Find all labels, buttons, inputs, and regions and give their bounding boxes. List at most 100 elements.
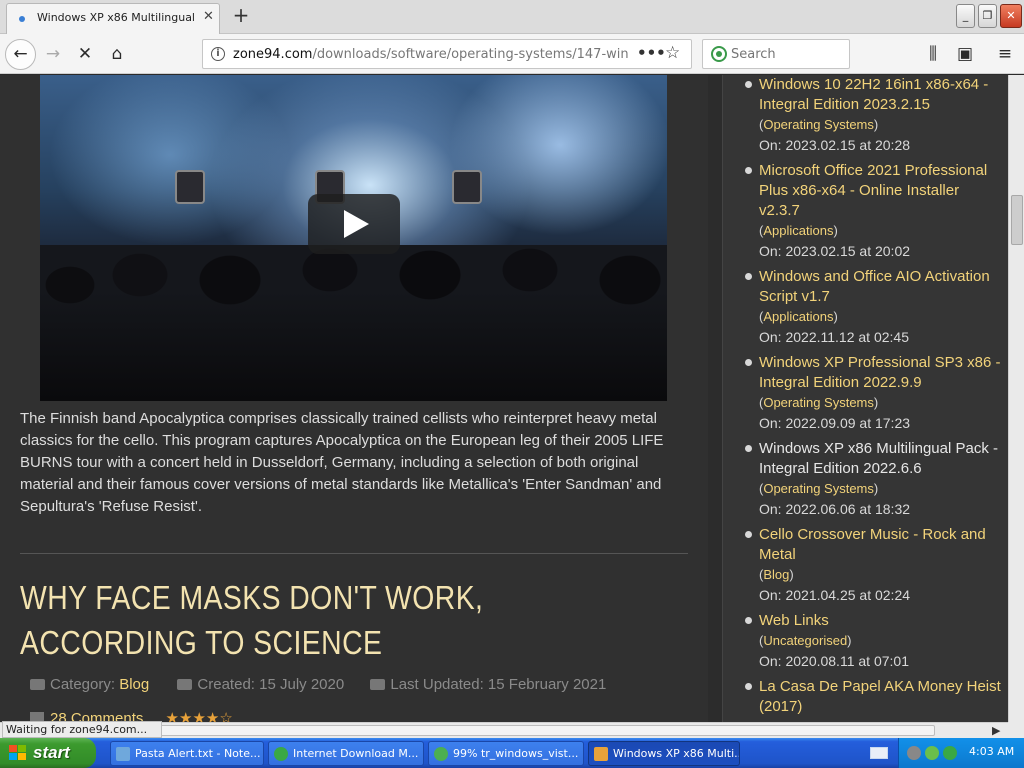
url-text[interactable]: zone94.com/downloads/software/operating-… bbox=[233, 47, 629, 62]
video-player[interactable] bbox=[40, 75, 667, 401]
item-category-name[interactable]: Uncategorised bbox=[763, 633, 847, 648]
maximize-button[interactable]: ❐ bbox=[978, 4, 997, 28]
article-meta: Category: Blog Created: 15 July 2020 Las… bbox=[30, 676, 690, 693]
vertical-scrollbar[interactable] bbox=[1008, 75, 1024, 722]
scroll-right-arrow-icon[interactable]: ▶ bbox=[992, 724, 1000, 737]
item-category-name[interactable]: Applications bbox=[763, 309, 833, 324]
download-progress-icon bbox=[434, 747, 448, 761]
hamburger-menu-icon[interactable]: ≡ bbox=[992, 41, 1018, 67]
concert-crowd-image bbox=[40, 245, 667, 401]
created-meta: Created: 15 July 2020 bbox=[177, 676, 344, 693]
bullet-icon bbox=[745, 273, 752, 280]
article-description: The Finnish band Apocalyptica comprises … bbox=[20, 410, 664, 515]
library-icon[interactable]: ⫼ bbox=[920, 41, 946, 67]
taskbar: start Pasta Alert.txt - Note... Internet… bbox=[0, 738, 1024, 768]
clock[interactable]: 4:03 AM bbox=[969, 745, 1014, 758]
play-button[interactable] bbox=[308, 194, 400, 254]
navigation-toolbar: ← → ✕ ⌂ i zone94.com/downloads/software/… bbox=[0, 34, 1024, 74]
close-window-button[interactable]: ✕ bbox=[1000, 4, 1022, 28]
search-box[interactable] bbox=[702, 39, 850, 69]
item-category: (Applications) bbox=[759, 309, 838, 324]
list-item: La Casa De Papel AKA Money Heist (2017) bbox=[741, 677, 1003, 717]
tab-active[interactable]: Windows XP x86 Multilingual Pack ✕ bbox=[6, 3, 220, 34]
folder-icon bbox=[30, 679, 45, 690]
search-input[interactable] bbox=[731, 44, 843, 64]
notepad-icon bbox=[116, 747, 130, 761]
item-date: On: 2022.11.12 at 02:45 bbox=[759, 329, 909, 345]
rating-stars[interactable]: ★★★★☆ bbox=[166, 710, 233, 722]
item-title-link[interactable]: Microsoft Office 2021 Professional Plus … bbox=[759, 161, 1003, 221]
globe-icon bbox=[274, 747, 288, 761]
item-category-name[interactable]: Operating Systems bbox=[763, 395, 874, 410]
list-item: Windows and Office AIO Activation Script… bbox=[741, 267, 1003, 347]
site-info-icon[interactable]: i bbox=[211, 47, 225, 61]
item-title-link[interactable]: Windows and Office AIO Activation Script… bbox=[759, 267, 1003, 307]
tab-title: Windows XP x86 Multilingual Pack bbox=[37, 11, 199, 24]
category-link[interactable]: Blog bbox=[119, 676, 149, 693]
item-date: On: 2020.08.11 at 07:01 bbox=[759, 653, 909, 669]
item-category-name[interactable]: Operating Systems bbox=[763, 481, 874, 496]
tab-close-icon[interactable]: ✕ bbox=[203, 9, 214, 24]
status-text: Waiting for zone94.com... bbox=[2, 721, 162, 738]
url-path: /downloads/software/operating-systems/14… bbox=[312, 47, 629, 62]
taskbar-item-idm[interactable]: Internet Download M... bbox=[268, 741, 424, 766]
item-title-link[interactable]: Web Links bbox=[759, 611, 1003, 631]
item-category-name[interactable]: Applications bbox=[763, 223, 833, 238]
loading-dot-icon bbox=[19, 16, 25, 22]
search-engine-icon bbox=[711, 46, 727, 62]
list-item: Web Links (Uncategorised) On: 2020.08.11… bbox=[741, 611, 1003, 671]
item-title-link[interactable]: Cello Crossover Music - Rock and Metal bbox=[759, 525, 1003, 565]
item-title-link[interactable]: Windows 10 22H2 16in1 x86-x64 - Integral… bbox=[759, 75, 1003, 115]
tray-globe-icon[interactable] bbox=[943, 746, 957, 760]
forward-button[interactable]: → bbox=[40, 41, 66, 67]
list-item: Microsoft Office 2021 Professional Plus … bbox=[741, 161, 1003, 261]
item-category-name[interactable]: Blog bbox=[763, 567, 789, 582]
latest-items-sidebar: Windows 10 22H2 16in1 x86-x64 - Integral… bbox=[722, 75, 1008, 722]
category-label: Category: bbox=[50, 676, 116, 693]
tray-network-icon[interactable] bbox=[925, 746, 939, 760]
start-label: start bbox=[33, 743, 70, 762]
bullet-icon bbox=[745, 167, 752, 174]
new-tab-button[interactable]: + bbox=[228, 2, 254, 28]
stage-speaker bbox=[175, 170, 205, 204]
windows-logo-icon bbox=[9, 745, 27, 761]
taskbar-item-label: Pasta Alert.txt - Note... bbox=[135, 747, 261, 760]
tab-bar: Windows XP x86 Multilingual Pack ✕ + _ ❐… bbox=[0, 0, 1024, 34]
list-item: Windows XP Professional SP3 x86 - Integr… bbox=[741, 353, 1003, 433]
calendar-icon bbox=[177, 679, 193, 690]
play-icon bbox=[344, 210, 369, 238]
item-date: On: 2022.06.06 at 18:32 bbox=[759, 501, 911, 517]
sidebar-toggle-icon[interactable]: ▣ bbox=[952, 41, 978, 67]
vertical-scroll-thumb[interactable] bbox=[1011, 195, 1023, 245]
taskbar-item-download[interactable]: 99% tr_windows_vist... bbox=[428, 741, 584, 766]
item-date: On: 2023.02.15 at 20:28 bbox=[759, 137, 911, 153]
tray-volume-icon[interactable] bbox=[907, 746, 921, 760]
list-item: Windows 10 22H2 16in1 x86-x64 - Integral… bbox=[741, 75, 1003, 155]
back-button[interactable]: ← bbox=[5, 39, 36, 70]
bullet-icon bbox=[745, 81, 752, 88]
url-host: zone94.com bbox=[233, 47, 313, 62]
minimize-button[interactable]: _ bbox=[956, 4, 975, 28]
taskbar-item-notepad[interactable]: Pasta Alert.txt - Note... bbox=[110, 741, 264, 766]
item-title-current[interactable]: Windows XP x86 Multilingual Pack - Integ… bbox=[759, 439, 1003, 479]
page-viewport: The Finnish band Apocalyptica comprises … bbox=[0, 75, 1008, 722]
main-content: The Finnish band Apocalyptica comprises … bbox=[0, 75, 708, 722]
bookmark-star-icon[interactable]: ☆ bbox=[665, 43, 680, 63]
item-title-link[interactable]: Windows XP Professional SP3 x86 - Integr… bbox=[759, 353, 1003, 393]
item-title-link[interactable]: La Casa De Papel AKA Money Heist (2017) bbox=[759, 677, 1003, 717]
stop-button[interactable]: ✕ bbox=[72, 41, 98, 67]
calendar-icon bbox=[370, 679, 386, 690]
start-button[interactable]: start bbox=[0, 738, 96, 768]
article-title-link[interactable]: WHY FACE MASKS DON'T WORK, ACCORDING TO … bbox=[20, 575, 570, 665]
page-actions-icon[interactable]: ••• bbox=[637, 44, 666, 62]
item-category-name[interactable]: Operating Systems bbox=[763, 117, 874, 132]
address-bar[interactable]: i zone94.com/downloads/software/operatin… bbox=[202, 39, 692, 69]
home-button[interactable]: ⌂ bbox=[104, 41, 130, 67]
updated-date: Last Updated: 15 February 2021 bbox=[390, 676, 607, 693]
taskbar-item-firefox[interactable]: Windows XP x86 Multi... bbox=[588, 741, 740, 766]
bullet-icon bbox=[745, 531, 752, 538]
keyboard-icon[interactable] bbox=[870, 747, 888, 759]
taskbar-item-label: 99% tr_windows_vist... bbox=[453, 747, 579, 760]
item-category: (Blog) bbox=[759, 567, 794, 582]
list-item-current: Windows XP x86 Multilingual Pack - Integ… bbox=[741, 439, 1003, 519]
